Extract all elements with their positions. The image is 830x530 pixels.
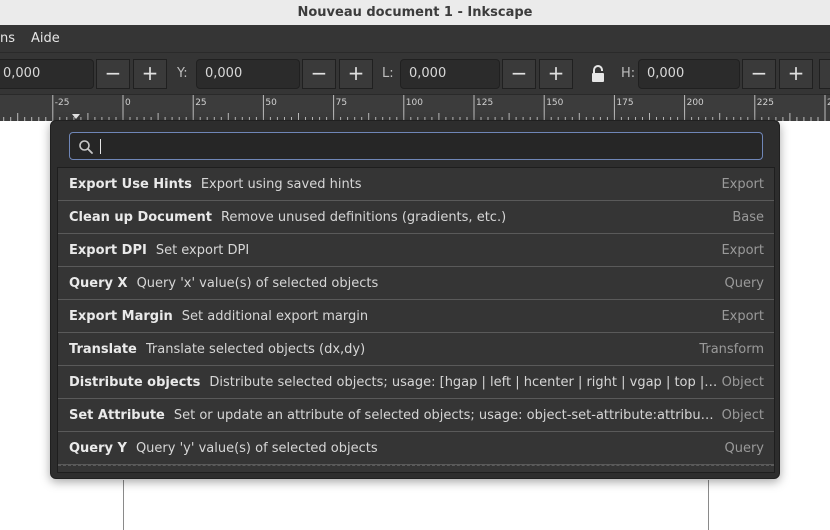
list-end-divider [58,465,774,466]
command-row[interactable]: Query Y Query 'y' value(s) of selected ob… [58,432,774,465]
ruler-tick-label: 200 [687,98,704,108]
command-category: Base [732,209,764,225]
ruler-position-marker [72,114,80,119]
width-label: L: [382,66,394,81]
y-decrement-button[interactable]: − [302,59,336,89]
menu-item-partial[interactable]: ns [0,31,15,46]
command-name: Export DPI [69,242,147,258]
command-category: Query [724,440,764,456]
command-description: Translate selected objects (dx,dy) [145,341,366,357]
ruler-tick-label: 0 [125,98,131,108]
ruler-tick-label: 225 [757,98,774,108]
menu-item-help[interactable]: Aide [31,31,60,46]
command-description: Remove unused definitions (gradients, et… [220,209,507,225]
command-row[interactable]: Export DPI Set export DPI Export [58,234,774,267]
command-name: Translate [69,341,137,357]
command-name: Query Y [69,440,127,456]
command-search-input[interactable] [69,132,763,160]
ruler-tick-label: 50 [265,98,277,108]
ruler-tick-label: -25 [55,98,70,108]
command-row[interactable]: Translate Translate selected objects (dx,… [58,333,774,366]
window-title: Nouveau document 1 - Inkscape [297,5,533,20]
lock-icon[interactable] [590,65,606,83]
x-increment-button[interactable]: + [133,59,167,89]
height-label: H: [621,66,636,81]
command-description: Query 'x' value(s) of selected objects [136,275,379,291]
command-description: Set export DPI [155,242,250,258]
ruler-tick-label: 175 [616,98,633,108]
width-field[interactable]: 0,000 [400,59,500,89]
width-increment-button[interactable]: + [539,59,573,89]
command-description: Set additional export margin [181,308,369,324]
ruler-tick-label: 150 [546,98,563,108]
command-row[interactable]: Query X Query 'x' value(s) of selected ob… [58,267,774,300]
command-row[interactable]: Distribute objects Distribute selected ob… [58,366,774,399]
command-category: Query [724,275,764,291]
y-increment-button[interactable]: + [339,59,373,89]
command-description: Set or update an attribute of selected o… [173,407,718,423]
menu-bar: ns Aide [0,25,830,52]
command-name: Export Margin [69,308,173,324]
command-category: Object [721,374,764,390]
select-tool-toolbar: 0,000 − + Y: 0,000 − + L: 0,000 − + H: 0… [0,52,830,95]
page-border-left [123,480,124,530]
command-list[interactable]: Export Use Hints Export using saved hints… [57,167,775,473]
y-field[interactable]: 0,000 [196,59,300,89]
height-decrement-button[interactable]: − [742,59,776,89]
command-category: Object [721,407,764,423]
command-row[interactable]: Clean up Document Remove unused definitio… [58,201,774,234]
ruler-tick-label: 125 [476,98,493,108]
text-cursor [100,139,101,154]
command-description: Export using saved hints [200,176,362,192]
search-icon [78,139,94,159]
command-name: Query X [69,275,128,291]
command-description: Query 'y' value(s) of selected objects [135,440,378,456]
command-name: Export Use Hints [69,176,192,192]
command-row[interactable]: Export Margin Set additional export margi… [58,300,774,333]
command-name: Distribute objects [69,374,201,390]
horizontal-ruler[interactable]: -25025507510012515017520022525 [0,94,830,121]
height-field[interactable]: 0,000 [638,59,740,89]
command-description: Distribute selected objects; usage: [hga… [209,374,717,390]
x-field[interactable]: 0,000 [0,59,94,89]
command-category: Export [721,242,764,258]
command-name: Clean up Document [69,209,212,225]
window-titlebar: Nouveau document 1 - Inkscape [0,0,830,26]
command-row[interactable]: Set Attribute Set or update an attribute … [58,399,774,432]
command-category: Export [721,308,764,324]
ruler-tick-label: 75 [336,98,347,108]
ruler-tick-label: 25 [195,98,206,108]
page-border-right [708,480,709,530]
y-label: Y: [177,66,188,81]
ruler-tick-label: 100 [406,98,423,108]
units-dropdown[interactable] [819,59,830,89]
x-decrement-button[interactable]: − [96,59,130,89]
command-name: Set Attribute [69,407,165,423]
command-category: Transform [699,341,764,357]
width-decrement-button[interactable]: − [502,59,536,89]
height-increment-button[interactable]: + [779,59,813,89]
command-palette: Export Use Hints Export using saved hints… [50,120,780,479]
command-category: Export [721,176,764,192]
command-row[interactable]: Export Use Hints Export using saved hints… [58,168,774,201]
ruler-ticks: -25025507510012515017520022525 [3,95,830,121]
